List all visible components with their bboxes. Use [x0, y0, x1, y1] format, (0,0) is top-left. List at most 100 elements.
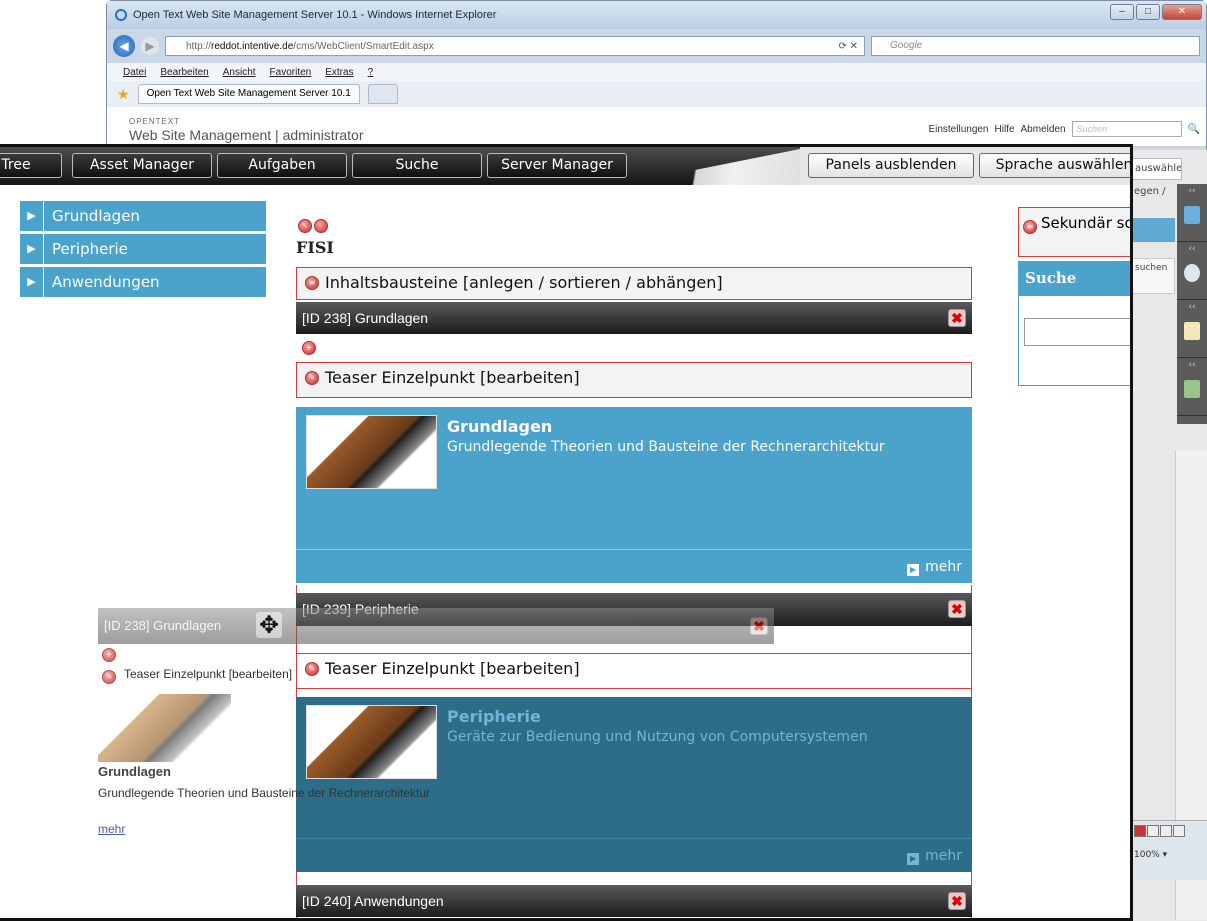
back-icon[interactable]: ◀ [113, 35, 135, 57]
select-dropdown[interactable]: auswählen [1130, 158, 1182, 180]
right-panel: ≡ Sekundär sortieren / a Suche [1018, 207, 1133, 386]
status-icon [1147, 825, 1159, 837]
container-label: Inhaltsbausteine [anlegen / sortieren / … [325, 273, 723, 292]
settings-link[interactable]: Einstellungen [928, 124, 988, 135]
mehr-link[interactable]: ▶ mehr [296, 549, 972, 583]
wsm-title: Web Site Management | administrator [129, 127, 364, 143]
container-menu-icon[interactable]: ≡ [305, 276, 319, 290]
block-bar-238[interactable]: [ID 238] Grundlagen ✖ [296, 302, 972, 334]
new-tab-button[interactable] [367, 84, 398, 104]
minimize-button[interactable]: – [1110, 4, 1134, 20]
browser-tab[interactable]: Open Text Web Site Management Server 10.… [137, 84, 360, 104]
address-bar[interactable]: http://reddot.intentive.de/cms/WebClient… [165, 36, 865, 56]
triangle-right-icon: ▶ [20, 267, 44, 297]
sekundaer-container[interactable]: ≡ Sekundär sortieren / a [1018, 207, 1133, 257]
status-bar: 100% ▾ [1130, 820, 1207, 880]
ie-window-title: Open Text Web Site Management Server 10.… [133, 9, 497, 21]
url-prefix: http:// [186, 40, 212, 52]
menu-ansicht[interactable]: Ansicht [223, 67, 256, 78]
background-right-strip: auswählen egen / suchen ‹‹ ‹‹ ‹‹ ‹‹ 100%… [1130, 150, 1207, 921]
breadcrumb-fragment: egen / [1134, 186, 1166, 197]
nav-item-anwendungen[interactable]: ▶ Anwendungen [20, 267, 266, 297]
sekundaer-label: Sekundär sortieren / a [1041, 214, 1133, 232]
images-icon [1184, 380, 1200, 398]
blue-panel-fragment [1130, 218, 1175, 242]
teaser-grundlagen: Grundlagen Grundlegende Theorien und Bau… [296, 407, 972, 583]
menu-extras[interactable]: Extras [325, 67, 353, 78]
triangle-right-icon: ▶ [20, 201, 44, 231]
zoom-level[interactable]: 100% [1134, 850, 1160, 860]
nav-label: Grundlagen [52, 207, 140, 225]
magnifier-icon [1184, 264, 1200, 282]
asset-manager-button[interactable]: Asset Manager [72, 153, 212, 178]
teaser-edit-238[interactable]: ✎ Teaser Einzelpunkt [bearbeiten] [296, 362, 972, 398]
opentext-logo: OPENTEXT [129, 117, 181, 126]
triangle-right-icon: ▶ [20, 234, 44, 264]
ie-menu-bar: Datei Bearbeiten Ansicht Favoriten Extra… [107, 63, 1206, 81]
page-dot-icon[interactable] [314, 219, 328, 233]
status-icon [1173, 825, 1185, 837]
favorites-star-icon[interactable]: ★ [117, 86, 130, 103]
ghost-teaser-image [98, 694, 231, 762]
dock-images[interactable]: ‹‹ [1177, 358, 1207, 416]
container-inhaltsbausteine[interactable]: ≡ Inhaltsbausteine [anlegen / sortieren … [296, 267, 972, 300]
suche-button[interactable]: Suche [352, 153, 482, 178]
url-path: /cms/WebClient/SmartEdit.aspx [293, 40, 434, 52]
wsm-search-input[interactable]: Suchen [1071, 121, 1182, 137]
block-container-border [296, 585, 972, 918]
mehr-label: mehr [925, 559, 962, 575]
forward-icon[interactable]: ▶ [141, 37, 159, 55]
page-back-icon[interactable]: ↖ [298, 219, 312, 233]
teaser-heading: Grundlagen [447, 417, 553, 436]
close-window-button[interactable]: ✕ [1162, 4, 1202, 20]
maximize-button[interactable]: □ [1136, 4, 1160, 20]
menu-help[interactable]: ? [368, 67, 374, 78]
left-navigation: ▶ Grundlagen ▶ Peripherie ▶ Anwendungen [20, 201, 266, 300]
search-input[interactable] [1024, 318, 1130, 346]
url-host: reddot.intentive.de [211, 40, 294, 52]
side-dock: ‹‹ ‹‹ ‹‹ ‹‹ [1177, 184, 1207, 424]
ghost-description: Grundlegende Theorien und Bausteine der … [98, 786, 430, 800]
nav-item-peripherie[interactable]: ▶ Peripherie [20, 234, 266, 264]
blocks-icon [1184, 206, 1200, 224]
menu-favoriten[interactable]: Favoriten [270, 67, 312, 78]
teaser-label: Teaser Einzelpunkt [bearbeiten] [325, 368, 580, 387]
help-link[interactable]: Hilfe [995, 124, 1015, 135]
ghost-mehr-link: mehr [98, 822, 126, 836]
menu-bearbeiten[interactable]: Bearbeiten [160, 67, 208, 78]
refresh-stop-icons[interactable]: ⟳ ✕ [838, 41, 858, 52]
favorites-bar: ★ Open Text Web Site Management Server 1… [107, 81, 1206, 107]
dock-blocks[interactable]: ‹‹ [1177, 184, 1207, 242]
dock-search[interactable]: ‹‹ [1177, 242, 1207, 300]
panels-ausblenden-button[interactable]: Panels ausblenden [808, 153, 974, 178]
suchen-fragment: suchen [1130, 258, 1175, 294]
search-icon[interactable]: 🔍 [1188, 124, 1200, 135]
menu-datei[interactable]: Datei [123, 67, 146, 78]
aufgaben-button[interactable]: Aufgaben [217, 153, 347, 178]
smartedit-window: Tree Asset Manager Aufgaben Suche Server… [0, 144, 1133, 921]
nav-item-grundlagen[interactable]: ▶ Grundlagen [20, 201, 266, 231]
status-icon-red [1134, 825, 1146, 837]
clipboard-icon [1184, 322, 1200, 340]
arrow-right-icon: ▶ [907, 564, 920, 576]
ghost-add-icon: + [102, 648, 116, 662]
logout-link[interactable]: Abmelden [1021, 124, 1066, 135]
main-toolbar: Tree Asset Manager Aufgaben Suche Server… [0, 147, 1130, 185]
teaser-edit-icon[interactable]: ✎ [305, 371, 319, 385]
wsm-header: OPENTEXT Web Site Management | administr… [107, 107, 1206, 147]
nav-label: Peripherie [52, 240, 128, 258]
sprache-button[interactable]: Sprache auswählen [979, 153, 1130, 178]
delete-block-icon[interactable]: ✖ [948, 309, 966, 327]
tree-button[interactable]: Tree [0, 153, 62, 178]
add-block-icon[interactable]: + [302, 341, 316, 355]
server-manager-button[interactable]: Server Manager [487, 153, 627, 178]
container-menu-icon[interactable]: ≡ [1023, 220, 1037, 234]
search-box[interactable]: Google [871, 36, 1200, 56]
ghost-heading: Grundlagen [98, 764, 171, 779]
search-panel: Suche [1018, 261, 1130, 386]
nav-label: Anwendungen [52, 273, 160, 291]
dock-clipboard[interactable]: ‹‹ [1177, 300, 1207, 358]
search-panel-title: Suche [1019, 262, 1130, 296]
status-icon [1160, 825, 1172, 837]
move-cursor-icon[interactable]: ✥ [256, 612, 282, 638]
